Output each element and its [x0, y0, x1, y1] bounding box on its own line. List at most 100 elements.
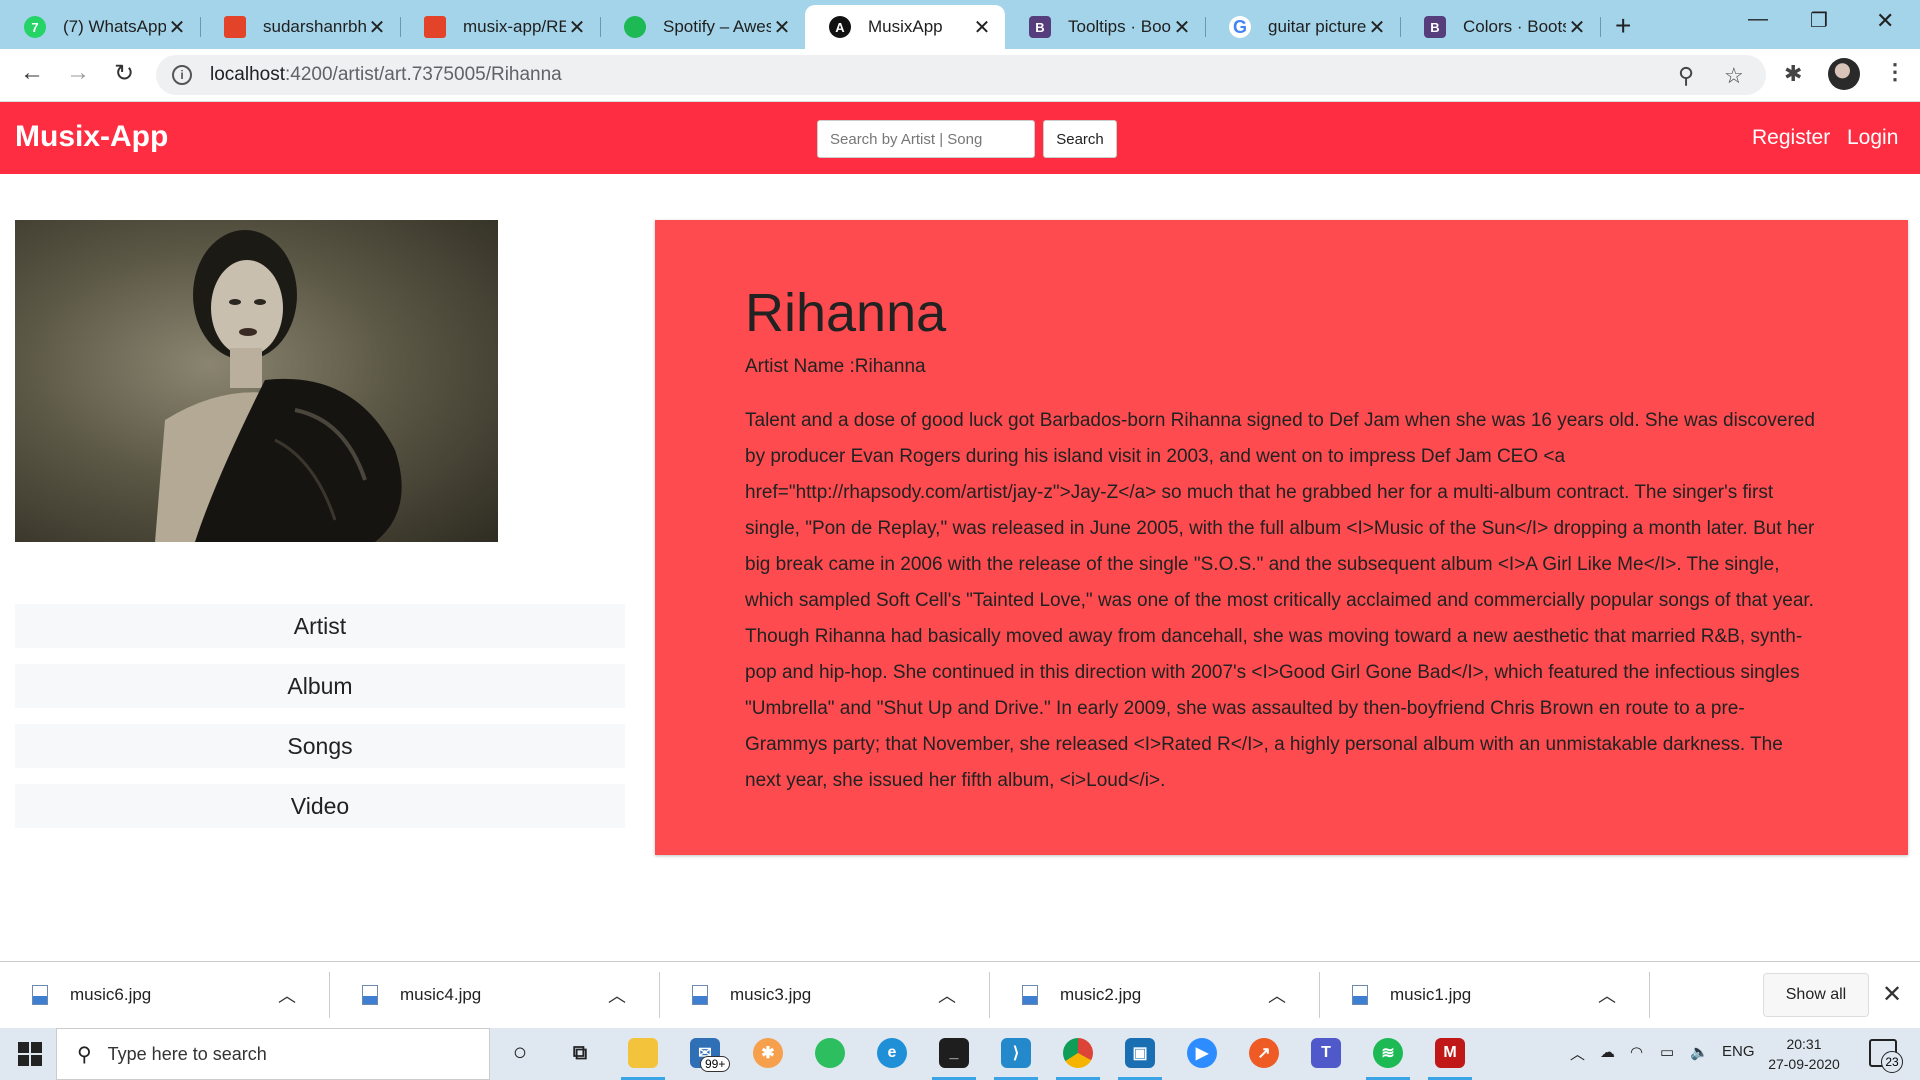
menu-item-album[interactable]: Album [15, 664, 625, 708]
zoom-icon[interactable]: ⚲ [1678, 63, 1694, 89]
chevron-up-icon[interactable]: ︿ [1570, 1043, 1585, 1064]
spotify-icon [624, 16, 646, 38]
bookmark-star-icon[interactable]: ☆ [1724, 63, 1744, 89]
close-icon[interactable]: ✕ [566, 15, 588, 40]
tab-gitlab-readme[interactable]: musix-app/REA ✕ [400, 5, 601, 49]
taskbar-search-box[interactable]: ⚲ Type here to search [56, 1028, 490, 1080]
image-file-icon [1352, 985, 1368, 1005]
artist-bio: Talent and a dose of good luck got Barba… [745, 410, 1815, 791]
address-bar[interactable]: i localhost:4200/artist/art.7375005/Riha… [156, 55, 1766, 95]
cortana-icon[interactable]: ○ [505, 1038, 535, 1068]
language-indicator[interactable]: ENG [1722, 1043, 1755, 1060]
menu-item-songs[interactable]: Songs [15, 724, 625, 768]
tab-bootstrap-colors[interactable]: B Colors · Bootst ✕ [1400, 5, 1601, 49]
back-icon[interactable]: ← [16, 59, 48, 87]
close-icon[interactable]: ✕ [1882, 980, 1902, 1009]
battery-icon[interactable]: ▭ [1660, 1043, 1674, 1061]
tab-whatsapp[interactable]: 7 (7) WhatsApp ✕ [0, 5, 201, 49]
image-file-icon [1022, 985, 1038, 1005]
image-file-icon [362, 985, 378, 1005]
clock-time: 20:31 [1786, 1036, 1822, 1052]
whatsapp-icon: 7 [24, 16, 46, 38]
chevron-up-icon[interactable]: ︿ [272, 982, 302, 1008]
download-item[interactable]: music1.jpg ︿ [1320, 972, 1650, 1018]
vscode-icon[interactable]: ⟩ [1001, 1038, 1031, 1068]
download-item[interactable]: music4.jpg ︿ [330, 972, 660, 1018]
restore-icon[interactable]: ❐ [1810, 8, 1828, 33]
download-item[interactable]: music2.jpg ︿ [990, 972, 1320, 1018]
notifications-icon[interactable]: 23 [1869, 1039, 1903, 1073]
taskbar-clock[interactable]: 20:31 27-09-2020 [1764, 1034, 1844, 1074]
menu-item-video[interactable]: Video [15, 784, 625, 828]
download-filename: music4.jpg [400, 985, 482, 1004]
tab-title: (7) WhatsApp [63, 17, 166, 36]
image-file-icon [32, 985, 48, 1005]
chevron-up-icon[interactable]: ︿ [932, 982, 962, 1008]
chevron-up-icon[interactable]: ︿ [1262, 982, 1292, 1008]
download-item[interactable]: music3.jpg ︿ [660, 972, 990, 1018]
download-filename: music6.jpg [70, 985, 152, 1004]
artist-side-menu: Artist Album Songs Video [15, 604, 625, 844]
search-input[interactable] [817, 120, 1035, 158]
download-filename: music1.jpg [1390, 985, 1472, 1004]
login-link[interactable]: Login [1847, 126, 1898, 150]
task-view-icon[interactable]: ⧉ [565, 1038, 595, 1068]
reload-icon[interactable]: ↻ [108, 59, 140, 88]
menu-kebab-icon[interactable]: ⋮ [1884, 59, 1906, 85]
download-item[interactable]: music6.jpg ︿ [0, 972, 330, 1018]
menu-item-artist[interactable]: Artist [15, 604, 625, 648]
terminal-icon[interactable]: _ [939, 1038, 969, 1068]
gitlab-icon [424, 16, 446, 38]
search-button[interactable]: Search [1043, 120, 1117, 158]
jetbrains-icon[interactable]: ▣ [1125, 1038, 1155, 1068]
close-icon[interactable]: ✕ [771, 15, 793, 40]
teams-icon[interactable]: T [1311, 1038, 1341, 1068]
extensions-icon[interactable]: ✱ [1784, 61, 1802, 87]
site-info-icon[interactable]: i [172, 65, 192, 85]
close-icon[interactable]: ✕ [1566, 15, 1588, 40]
close-icon[interactable]: ✕ [1171, 15, 1193, 40]
tab-title: sudarshanrbha [263, 17, 366, 36]
file-explorer-icon[interactable] [628, 1038, 658, 1068]
volume-icon[interactable]: 🔈 [1690, 1043, 1709, 1061]
minimize-icon[interactable]: — [1748, 8, 1768, 31]
chevron-up-icon[interactable]: ︿ [1592, 982, 1622, 1008]
notification-count: 23 [1881, 1051, 1903, 1073]
forward-icon[interactable]: → [62, 59, 94, 87]
onedrive-icon[interactable]: ☁ [1600, 1043, 1615, 1061]
evernote-icon[interactable] [815, 1038, 845, 1068]
tab-musixapp[interactable]: A MusixApp ✕ [805, 5, 1005, 49]
show-all-downloads-button[interactable]: Show all [1763, 973, 1869, 1017]
brand-logo[interactable]: Musix-App [15, 120, 168, 154]
new-tab-button[interactable]: + [1615, 10, 1631, 42]
tab-spotify[interactable]: Spotify – Awes ✕ [600, 5, 805, 49]
bootstrap-icon: B [1424, 16, 1446, 38]
chrome-icon[interactable] [1063, 1038, 1093, 1068]
close-icon[interactable]: ✕ [366, 15, 388, 40]
tab-gitlab-profile[interactable]: sudarshanrbha ✕ [200, 5, 401, 49]
edge-icon[interactable]: e [877, 1038, 907, 1068]
spotify-icon[interactable]: ≋ [1373, 1038, 1403, 1068]
postman-icon[interactable]: ↗ [1249, 1038, 1279, 1068]
snip-icon[interactable]: ✱ [753, 1038, 783, 1068]
windows-start-icon[interactable] [18, 1042, 42, 1066]
tab-title: MusixApp [868, 17, 943, 36]
close-icon[interactable]: ✕ [166, 15, 188, 40]
mcafee-icon[interactable]: M [1435, 1038, 1465, 1068]
tab-title: Colors · Bootst [1463, 17, 1566, 36]
wifi-icon[interactable]: ◠ [1630, 1043, 1643, 1061]
gitlab-icon [224, 16, 246, 38]
chevron-up-icon[interactable]: ︿ [602, 982, 632, 1008]
app-navbar: Musix-App Search Register Login [0, 102, 1920, 174]
profile-avatar[interactable] [1828, 58, 1860, 90]
bootstrap-icon: B [1029, 16, 1051, 38]
register-link[interactable]: Register [1752, 126, 1830, 150]
tab-bootstrap-tooltips[interactable]: B Tooltips · Boots ✕ [1005, 5, 1206, 49]
window-close-icon[interactable]: ✕ [1876, 8, 1894, 34]
tab-google-search[interactable]: G guitar pictures ✕ [1205, 5, 1401, 49]
google-icon: G [1229, 16, 1251, 38]
windows-taskbar: ⚲ Type here to search ○ ⧉ ✉ 99+ ✱ e _ ⟩ … [0, 1028, 1920, 1080]
close-icon[interactable]: ✕ [1366, 15, 1388, 40]
close-icon[interactable]: ✕ [971, 15, 993, 40]
zoom-icon[interactable]: ▶ [1187, 1038, 1217, 1068]
